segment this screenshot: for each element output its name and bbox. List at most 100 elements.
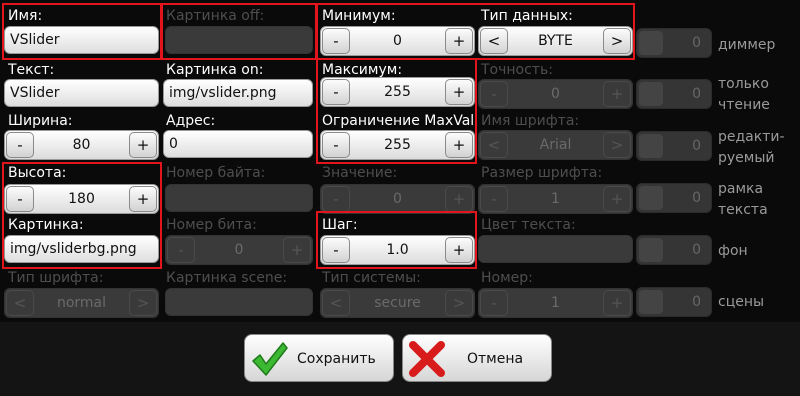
data-type-stepper: < BYTE > — [478, 26, 633, 56]
font-type-value: normal — [56, 295, 107, 311]
read-only-label: только чтение — [718, 76, 770, 113]
min-label: Минимум: — [322, 8, 396, 24]
system-type-next-button[interactable]: > — [445, 290, 473, 316]
cancel-label: Отмена — [467, 351, 524, 367]
editable-toggle[interactable]: 0 — [636, 131, 712, 161]
name-field[interactable]: VSlider — [4, 26, 159, 54]
value-value: 0 — [393, 191, 402, 207]
font-name-next-button[interactable]: > — [603, 132, 631, 158]
close-x-icon — [409, 341, 445, 377]
read-only-toggle[interactable]: 0 — [636, 79, 712, 109]
text-field[interactable]: VSlider — [4, 79, 159, 107]
text-color-label: Цвет текста: — [481, 217, 576, 233]
bit-number-plus-button[interactable]: + — [283, 237, 311, 263]
precision-minus-button[interactable]: - — [480, 81, 508, 107]
bit-number-stepper: - 0 + — [165, 235, 313, 265]
max-minus-button[interactable]: - — [322, 79, 350, 105]
width-stepper: - 80 + — [4, 130, 159, 160]
system-type-label: Тип системы: — [322, 270, 421, 286]
limit-value[interactable]: 255 — [351, 131, 444, 159]
scenes-label: сцены — [718, 294, 765, 310]
limit-maxval-stepper: - 255 + — [320, 130, 475, 160]
number-minus-button[interactable]: - — [480, 290, 508, 316]
editable-label: редакти-руемый — [718, 129, 785, 166]
value-minus-button[interactable]: - — [322, 186, 350, 212]
scenes-toggle[interactable]: 0 — [636, 287, 712, 317]
limit-maxval-label: Ограничение MaxVal — [322, 113, 475, 129]
number-stepper: - 1 + — [478, 288, 633, 318]
bit-number-label: Номер бита: — [166, 217, 257, 233]
data-type-value[interactable]: BYTE — [509, 27, 602, 55]
image-field[interactable]: img/vsliderbg.png — [4, 235, 159, 263]
byte-number-field — [165, 184, 313, 212]
height-plus-button[interactable]: + — [129, 186, 157, 212]
step-minus-button[interactable]: - — [322, 237, 350, 263]
font-type-prev-button[interactable]: < — [6, 290, 34, 316]
max-value[interactable]: 255 — [351, 78, 444, 106]
font-name-prev-button[interactable]: < — [480, 132, 508, 158]
background-label: фон — [718, 243, 748, 259]
min-minus-button[interactable]: - — [322, 28, 350, 54]
save-button[interactable]: Сохранить — [244, 334, 394, 382]
background-toggle[interactable]: 0 — [636, 235, 712, 265]
font-type-label: Тип шрифта: — [8, 270, 104, 286]
precision-plus-button[interactable]: + — [603, 81, 631, 107]
system-type-prev-button[interactable]: < — [322, 290, 350, 316]
byte-number-label: Номер байта: — [166, 165, 266, 181]
font-name-value: Arial — [539, 137, 572, 153]
number-plus-button[interactable]: + — [603, 290, 631, 316]
save-label: Сохранить — [297, 351, 376, 367]
height-label: Высота: — [8, 165, 67, 181]
font-name-label: Имя шрифта: — [481, 113, 580, 129]
name-label: Имя: — [8, 8, 43, 24]
image-off-label: Картинка off: — [166, 8, 265, 24]
width-minus-button[interactable]: - — [6, 132, 34, 158]
data-type-next-button[interactable]: > — [603, 28, 631, 54]
cancel-button[interactable]: Отмена — [402, 334, 552, 382]
number-value: 1 — [551, 295, 560, 311]
dimmer-label: диммер — [718, 37, 776, 53]
step-value[interactable]: 1.0 — [351, 236, 444, 264]
limit-minus-button[interactable]: - — [322, 132, 350, 158]
max-plus-button[interactable]: + — [445, 79, 473, 105]
bit-number-minus-button[interactable]: - — [167, 237, 195, 263]
height-value[interactable]: 180 — [35, 185, 128, 213]
max-stepper: - 255 + — [320, 77, 475, 107]
value-stepper: - 0 + — [320, 184, 475, 214]
height-stepper: - 180 + — [4, 184, 159, 214]
precision-label: Точность: — [481, 62, 553, 78]
font-size-value: 1 — [551, 191, 560, 207]
min-value[interactable]: 0 — [351, 27, 444, 55]
dimmer-toggle[interactable]: 0 — [636, 28, 712, 58]
address-field[interactable]: 0 — [163, 130, 313, 158]
text-label: Текст: — [8, 62, 55, 78]
step-stepper: - 1.0 + — [320, 235, 475, 265]
step-plus-button[interactable]: + — [445, 237, 473, 263]
precision-stepper: - 0 + — [478, 79, 633, 109]
font-size-plus-button[interactable]: + — [603, 186, 631, 212]
limit-plus-button[interactable]: + — [445, 132, 473, 158]
width-value[interactable]: 80 — [35, 131, 128, 159]
min-plus-button[interactable]: + — [445, 28, 473, 54]
image-label: Картинка: — [8, 217, 84, 233]
min-stepper: - 0 + — [320, 26, 475, 56]
image-on-field[interactable]: img/vslider.png — [163, 79, 313, 107]
number-label: Номер: — [481, 270, 533, 286]
font-size-minus-button[interactable]: - — [480, 186, 508, 212]
address-label: Адрес: — [166, 113, 216, 129]
height-minus-button[interactable]: - — [6, 186, 34, 212]
font-type-next-button[interactable]: > — [129, 290, 157, 316]
text-frame-toggle[interactable]: 0 — [636, 183, 712, 213]
width-plus-button[interactable]: + — [129, 132, 157, 158]
max-label: Максимум: — [322, 62, 403, 78]
data-type-prev-button[interactable]: < — [480, 28, 508, 54]
width-label: Ширина: — [8, 113, 73, 129]
image-off-field — [165, 26, 313, 54]
system-type-stepper: < secure > — [320, 288, 475, 318]
value-plus-button[interactable]: + — [445, 186, 473, 212]
text-color-field — [478, 235, 633, 263]
value-label: Значение: — [322, 165, 398, 181]
image-scene-label: Картинка scene: — [166, 270, 288, 286]
font-size-label: Размер шрифта: — [481, 165, 603, 181]
precision-value: 0 — [551, 86, 560, 102]
